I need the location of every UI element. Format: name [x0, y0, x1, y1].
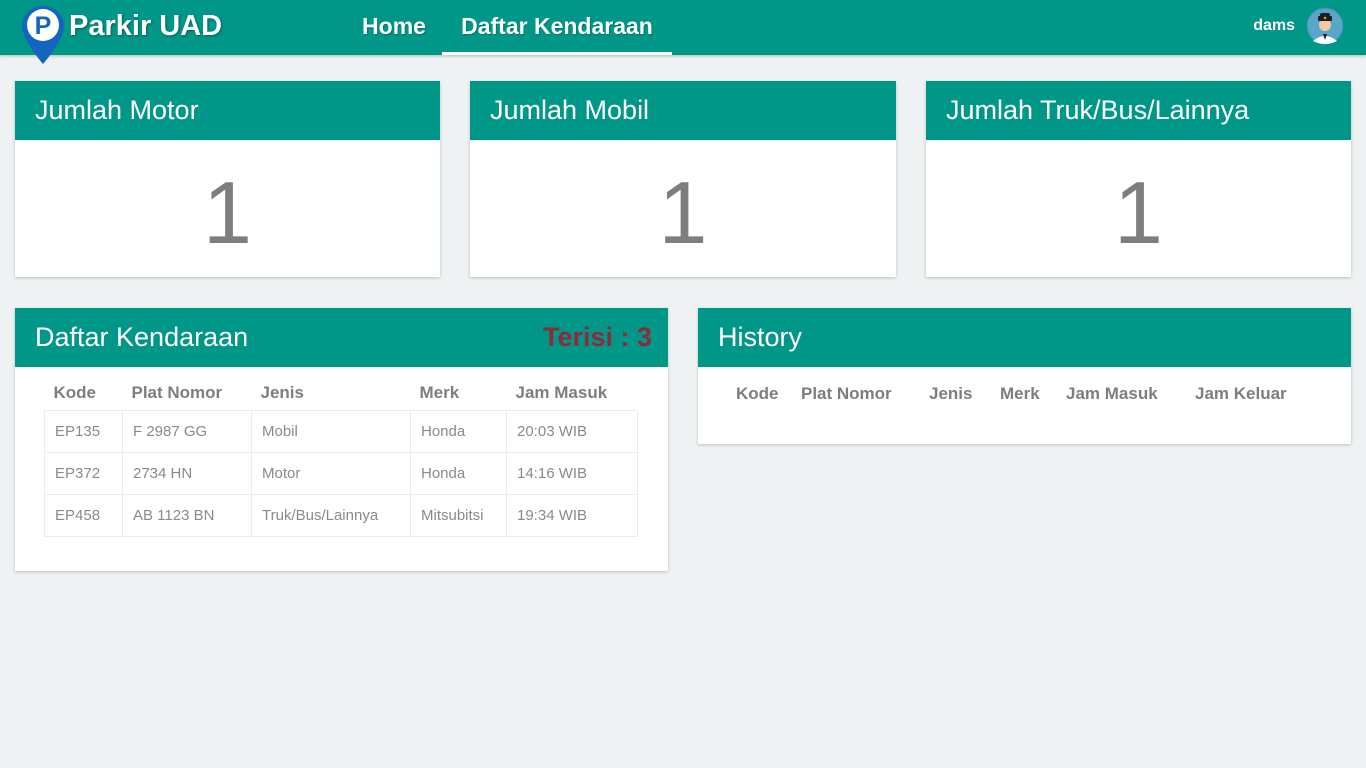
cell-jam-masuk: 20:03 WIB — [506, 409, 638, 453]
cell-jenis: Motor — [251, 451, 411, 495]
col-jam-keluar: Jam Keluar — [1195, 383, 1287, 403]
col-plat-nomor: Plat Nomor — [131, 383, 223, 403]
stat-card-header: Jumlah Motor — [15, 81, 440, 140]
cell-kode: EP372 — [44, 451, 123, 495]
table-row[interactable]: EP372 2734 HN Motor Honda 14:16 WIB — [44, 451, 638, 495]
cell-kode: EP135 — [44, 409, 123, 453]
stat-card-header: Jumlah Truk/Bus/Lainnya — [926, 81, 1351, 140]
table-header-row: Kode Plat Nomor Jenis Merk Jam Masuk — [45, 377, 638, 410]
stat-value-truk-bus: 1 — [1114, 163, 1163, 262]
cell-jenis: Mobil — [251, 409, 411, 453]
cell-merk: Honda — [410, 451, 507, 495]
nav-home[interactable]: Home — [346, 0, 442, 55]
col-merk: Merk — [1000, 383, 1040, 403]
history-title: History — [718, 322, 803, 352]
stat-title-truk-bus: Jumlah Truk/Bus/Lainnya — [946, 95, 1250, 125]
parking-pin-icon[interactable]: P — [20, 4, 66, 66]
stat-card-mobil: Jumlah Mobil 1 — [470, 81, 896, 277]
stat-value-mobil: 1 — [658, 163, 708, 262]
brand-title[interactable]: Parkir UAD — [69, 8, 222, 44]
col-kode: Kode — [736, 383, 779, 403]
stat-card-header: Jumlah Mobil — [470, 81, 896, 140]
stat-card-truk-bus: Jumlah Truk/Bus/Lainnya 1 — [926, 81, 1351, 277]
logo-letter: P — [35, 12, 52, 40]
stat-card-motor: Jumlah Motor 1 — [15, 81, 440, 277]
cell-plat: F 2987 GG — [122, 409, 252, 453]
history-card: History Kode Plat Nomor Jenis Merk Jam M… — [698, 308, 1351, 444]
col-kode: Kode — [53, 383, 97, 403]
history-card-header: History — [698, 308, 1351, 367]
terisi-count: Terisi : 3 — [542, 322, 652, 352]
user-name[interactable]: dams — [1253, 16, 1295, 36]
history-table: Kode Plat Nomor Jenis Merk Jam Masuk Jam… — [722, 377, 1306, 410]
cell-merk: Honda — [410, 409, 507, 453]
col-jam-masuk: Jam Masuk — [515, 383, 608, 403]
cell-plat: AB 1123 BN — [122, 493, 252, 537]
top-navbar: Parkir UAD Home Daftar Kendaraan dams — [0, 0, 1366, 55]
vehicle-table: Kode Plat Nomor Jenis Merk Jam Masuk EP1… — [44, 377, 638, 537]
nav-daftar-kendaraan[interactable]: Daftar Kendaraan — [442, 0, 672, 55]
table-row[interactable]: EP135 F 2987 GG Mobil Honda 20:03 WIB — [44, 409, 638, 453]
cell-merk: Mitsubitsi — [410, 493, 507, 537]
security-guard-avatar-icon[interactable] — [1306, 7, 1344, 45]
col-jam-masuk: Jam Masuk — [1066, 383, 1158, 403]
daftar-card-header: Daftar Kendaraan Terisi : 3 — [15, 308, 668, 367]
col-merk: Merk — [419, 383, 460, 403]
table-header-row: Kode Plat Nomor Jenis Merk Jam Masuk Jam… — [722, 377, 1306, 410]
cell-jam-masuk: 14:16 WIB — [506, 451, 638, 495]
daftar-title: Daftar Kendaraan — [35, 322, 249, 352]
col-plat-nomor: Plat Nomor — [801, 383, 892, 403]
col-jenis: Jenis — [929, 383, 973, 403]
table-row[interactable]: EP458 AB 1123 BN Truk/Bus/Lainnya Mitsub… — [44, 493, 638, 537]
cell-jenis: Truk/Bus/Lainnya — [251, 493, 411, 537]
col-jenis: Jenis — [260, 383, 304, 403]
stat-title-motor: Jumlah Motor — [35, 95, 199, 125]
daftar-kendaraan-card: Daftar Kendaraan Terisi : 3 Kode Plat No… — [15, 308, 668, 571]
stat-value-motor: 1 — [203, 163, 252, 262]
cell-kode: EP458 — [44, 493, 123, 537]
stat-title-mobil: Jumlah Mobil — [490, 95, 650, 125]
cell-jam-masuk: 19:34 WIB — [506, 493, 638, 537]
cell-plat: 2734 HN — [122, 451, 252, 495]
